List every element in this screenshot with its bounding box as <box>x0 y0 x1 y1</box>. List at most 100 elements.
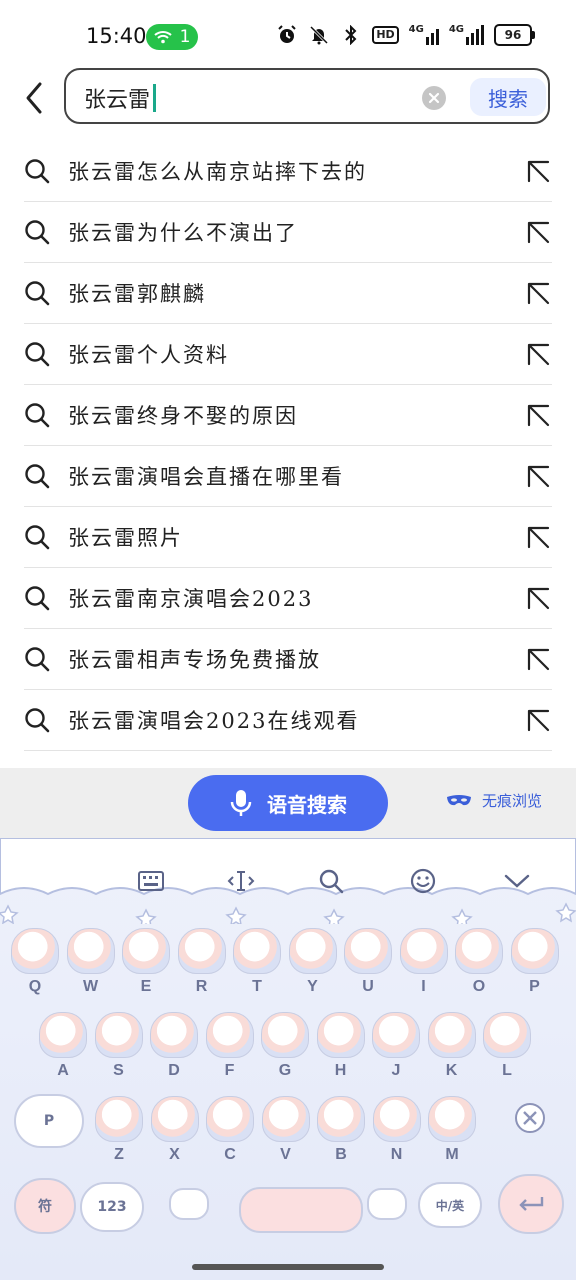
home-indicator[interactable] <box>192 1264 384 1270</box>
key-b[interactable]: B <box>314 1090 368 1164</box>
back-button[interactable] <box>22 78 48 118</box>
incognito-label: 无痕浏览 <box>482 792 543 810</box>
key-m[interactable]: M <box>425 1090 479 1164</box>
enter-icon <box>519 1197 544 1211</box>
language-switch-key[interactable]: 中/英 <box>418 1182 482 1228</box>
key-letter: Q <box>28 978 42 995</box>
key-q[interactable]: Q <box>8 922 62 996</box>
key-decoration <box>95 1096 143 1142</box>
fill-query-icon[interactable] <box>526 281 550 305</box>
fill-query-icon[interactable] <box>526 647 550 671</box>
key-decoration <box>261 1096 310 1142</box>
key-n[interactable]: N <box>370 1090 424 1164</box>
key-h[interactable]: H <box>314 1006 368 1080</box>
fill-query-icon[interactable] <box>526 586 550 610</box>
shift-key-label: P <box>43 1113 55 1129</box>
key-decoration <box>316 1012 365 1058</box>
key-letter: J <box>391 1062 401 1079</box>
incognito-button[interactable]: 无痕浏览 <box>446 790 542 811</box>
key-letter: F <box>224 1062 235 1079</box>
suggestion-text: 张云雷个人资料 <box>68 343 229 367</box>
keyboard-switch-icon[interactable] <box>136 866 166 896</box>
search-box[interactable]: 张云雷 搜索 <box>64 68 550 124</box>
key-decoration <box>205 1012 254 1058</box>
suggestion-text: 张云雷为什么不演出了 <box>68 221 298 245</box>
key-z[interactable]: Z <box>92 1090 146 1164</box>
clear-button[interactable] <box>422 86 446 110</box>
key-decoration <box>288 928 337 974</box>
search-input[interactable]: 张云雷 <box>84 82 157 114</box>
suggestion-item[interactable]: 张云雷照片 <box>24 507 552 568</box>
numbers-key[interactable]: 123 <box>80 1182 144 1232</box>
suggestion-item[interactable]: 张云雷郭麒麟 <box>24 263 552 324</box>
emoji-icon[interactable] <box>408 866 438 896</box>
space-key[interactable] <box>236 1168 366 1234</box>
fill-query-icon[interactable] <box>526 464 550 488</box>
search-icon <box>25 159 50 184</box>
symbols-key[interactable]: 符 <box>14 1178 76 1234</box>
key-v[interactable]: V <box>259 1090 313 1164</box>
fill-query-icon[interactable] <box>526 525 550 549</box>
key-i[interactable]: I <box>397 922 451 996</box>
key-c[interactable]: C <box>203 1090 257 1164</box>
suggestion-text: 张云雷怎么从南京站摔下去的 <box>68 160 367 184</box>
voice-search-button[interactable]: 语音搜索 <box>188 775 388 831</box>
key-g[interactable]: G <box>258 1006 312 1080</box>
period-key[interactable] <box>364 1184 410 1224</box>
bluetooth-icon <box>340 24 362 46</box>
shift-key[interactable]: P <box>14 1094 84 1148</box>
key-letter: X <box>169 1146 180 1163</box>
key-decoration <box>427 1012 476 1058</box>
enter-key[interactable] <box>498 1174 564 1234</box>
key-w[interactable]: W <box>64 922 118 996</box>
collapse-keyboard-icon[interactable] <box>502 866 532 896</box>
suggestion-item[interactable]: 张云雷演唱会2023在线观看 <box>24 690 552 751</box>
clock: 15:40 <box>86 24 147 48</box>
key-decoration <box>483 1012 531 1058</box>
fill-query-icon[interactable] <box>526 403 550 427</box>
comma-key[interactable] <box>164 1184 214 1224</box>
key-y[interactable]: Y <box>286 922 340 996</box>
key-s[interactable]: S <box>92 1006 146 1080</box>
suggestion-item[interactable]: 张云雷个人资料 <box>24 324 552 385</box>
key-letter: G <box>278 1062 292 1079</box>
battery-icon: 96 <box>494 24 535 46</box>
key-x[interactable]: X <box>148 1090 202 1164</box>
key-t[interactable]: T <box>230 922 284 996</box>
numbers-key-label: 123 <box>97 1199 127 1215</box>
key-k[interactable]: K <box>425 1006 479 1080</box>
search-input-value: 张云雷 <box>84 88 151 113</box>
mute-icon <box>308 24 330 46</box>
key-f[interactable]: F <box>203 1006 257 1080</box>
cursor-move-icon[interactable] <box>226 866 256 896</box>
fill-query-icon[interactable] <box>526 159 550 183</box>
status-bar: 15:40 1 HD 4G 4G 96 <box>0 0 576 60</box>
delete-key[interactable] <box>500 1088 560 1148</box>
suggestion-item[interactable]: 张云雷演唱会直播在哪里看 <box>24 446 552 507</box>
key-l[interactable]: L <box>480 1006 534 1080</box>
fill-query-icon[interactable] <box>526 220 550 244</box>
key-decoration <box>206 1096 254 1142</box>
wifi-icon <box>153 31 172 44</box>
fill-query-icon[interactable] <box>526 342 550 366</box>
suggestion-item[interactable]: 张云雷终身不娶的原因 <box>24 385 552 446</box>
key-e[interactable]: E <box>119 922 173 996</box>
fill-query-icon[interactable] <box>526 708 550 732</box>
key-letter: B <box>335 1146 347 1163</box>
key-decoration <box>94 1012 143 1058</box>
key-p[interactable]: P <box>508 922 562 996</box>
search-button[interactable]: 搜索 <box>470 78 546 116</box>
suggestion-item[interactable]: 张云雷南京演唱会2023 <box>24 568 552 629</box>
suggestion-item[interactable]: 张云雷怎么从南京站摔下去的 <box>24 141 552 202</box>
mask-icon <box>447 794 471 805</box>
key-a[interactable]: A <box>36 1006 90 1080</box>
key-r[interactable]: R <box>175 922 229 996</box>
key-j[interactable]: J <box>369 1006 423 1080</box>
key-u[interactable]: U <box>341 922 395 996</box>
key-o[interactable]: O <box>452 922 506 996</box>
keyboard-search-icon[interactable] <box>316 866 346 896</box>
suggestion-item[interactable]: 张云雷为什么不演出了 <box>24 202 552 263</box>
search-icon <box>25 281 50 306</box>
key-d[interactable]: D <box>147 1006 201 1080</box>
suggestion-item[interactable]: 张云雷相声专场免费播放 <box>24 629 552 690</box>
